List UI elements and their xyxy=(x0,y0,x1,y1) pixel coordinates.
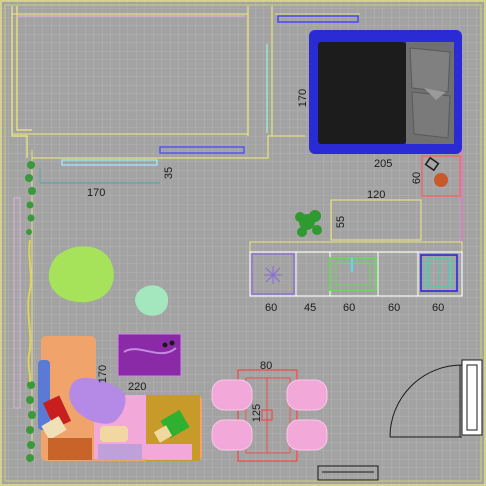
dim-sofa-width: 220 xyxy=(128,381,146,393)
floor-plan-canvas: 170 170 205 60 35 120 55 60 45 60 60 60 … xyxy=(0,0,486,486)
bed[interactable] xyxy=(309,30,462,154)
chair xyxy=(286,379,328,411)
dim-kitchen-5: 60 xyxy=(432,302,444,314)
dim-sofa-depth: 170 xyxy=(97,365,109,383)
dim-nightstand: 60 xyxy=(411,172,423,184)
floor-plan: 170 170 205 60 35 120 55 60 45 60 60 60 … xyxy=(0,0,486,486)
ottoman[interactable] xyxy=(117,333,182,377)
chair xyxy=(211,419,253,451)
chair xyxy=(286,419,328,451)
dim-kitchen-4: 60 xyxy=(388,302,400,314)
dim-counter-width: 120 xyxy=(367,189,385,201)
dim-table-width: 80 xyxy=(260,360,272,372)
dim-kitchen-2: 45 xyxy=(304,302,316,314)
dim-bed-width: 205 xyxy=(374,158,392,170)
dim-kitchen-3: 60 xyxy=(343,302,355,314)
dim-table-depth: 125 xyxy=(251,404,263,422)
dim-counter-depth: 55 xyxy=(335,216,347,228)
dim-kitchen-1: 60 xyxy=(265,302,277,314)
chair xyxy=(211,379,253,411)
dim-bed-height: 170 xyxy=(297,89,309,107)
dim-left-wall-depth: 35 xyxy=(163,167,175,179)
dim-top-left-width: 170 xyxy=(87,187,105,199)
